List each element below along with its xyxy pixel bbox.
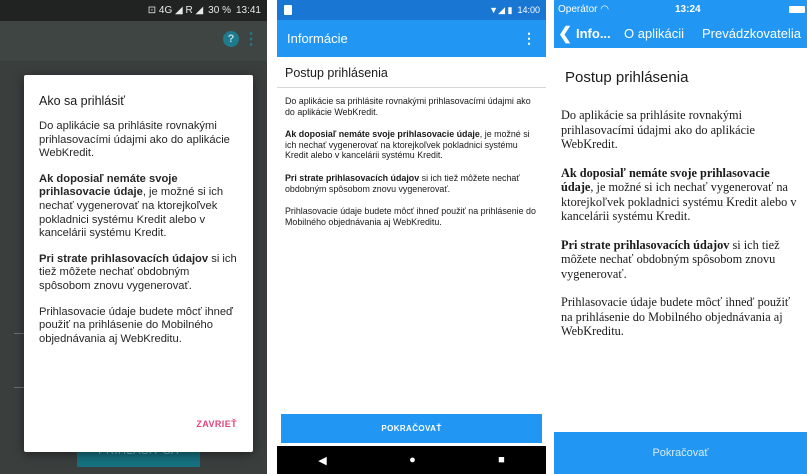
info-content: Do aplikácie sa prihlásite rovnakými pri… [554,96,807,339]
android-info-screen: ▼◢ ▮ 14:00 Informácie ⋮ Postup prihlásen… [277,0,546,474]
tab-operators[interactable]: Prevádzkovatelia [702,20,801,48]
help-icon[interactable]: ? [223,31,239,47]
home-icon[interactable]: ● [409,454,416,466]
more-options-icon[interactable]: ⋮ [243,29,259,49]
app-bar: ? ⋮ [0,21,267,61]
status-bar: ▼◢ ▮ 14:00 [277,0,546,20]
battery-level: 30 % [208,5,231,16]
continue-button[interactable]: Pokračovať [554,432,807,474]
signal-icons: ⊡ 4G ◢ R ◢ [147,5,204,16]
recents-icon[interactable]: ■ [498,454,505,466]
dialog-paragraph: Pri strate prihlasovacích údajov si ich … [39,252,237,292]
info-paragraph: Prihlasovacie údaje budete môcť ihneď po… [285,206,536,227]
status-time: 13:24 [675,4,701,15]
dialog-title: Ako sa prihlásiť [39,94,125,108]
battery-icon [789,6,805,13]
info-paragraph: Ak doposiaľ nemáte svoje prihlasovacie ú… [285,129,530,161]
info-paragraph: Pri strate prihlasovacích údajov si ich … [561,237,780,281]
more-options-icon[interactable]: ⋮ [522,20,536,57]
back-icon[interactable]: ◀ [318,454,326,467]
tab-info[interactable]: Info... [576,20,611,48]
back-chevron-icon[interactable]: ❮ [558,20,572,48]
status-bar: Operátor ◠ 13:24 [554,0,807,20]
info-content: Do aplikácie sa prihlásite rovnakými pri… [277,88,546,227]
status-time: 13:41 [235,5,261,16]
dialog-paragraph: Prihlasovacie údaje budete môcť ihneď po… [39,305,233,345]
info-paragraph: Pri strate prihlasovacích údajov si ich … [285,172,520,194]
wifi-icon: ◠ [600,4,609,15]
signal-icon: ▼◢ ▮ [489,4,513,15]
continue-button[interactable]: POKRAČOVAŤ [281,414,542,443]
system-nav-bar: ◀ ● ■ [277,446,546,474]
info-paragraph: Prihlasovacie údaje budete môcť ihneď po… [561,295,791,338]
dialog-paragraph: Ak doposiaľ nemáte svoje prihlasovacie ú… [39,172,224,240]
status-bar: ⊡ 4G ◢ R ◢ 30 % 13:41 [0,0,267,21]
info-paragraph: Ak doposiaľ nemáte svoje prihlasovacie ú… [561,165,797,224]
ios-info-screen: Operátor ◠ 13:24 ❮ Info... O aplikácii P… [554,0,807,474]
section-header: Postup prihlásenia [565,69,689,86]
android-dialog-screen: ⊡ 4G ◢ R ◢ 30 % 13:41 ? ⋮ PRIHLÁSIŤ SA A… [0,0,267,474]
section-header: Postup prihlásenia [277,57,546,88]
app-bar-title: Informácie [287,31,348,46]
close-dialog-button[interactable]: ZAVRIEŤ [196,419,237,429]
tab-about[interactable]: O aplikácii [624,20,684,48]
nav-bar: ❮ Info... O aplikácii Prevádzkovatelia [554,20,807,48]
carrier-label: Operátor ◠ [558,4,609,15]
status-time: 14:00 [517,5,540,15]
info-paragraph: Do aplikácie sa prihlásite rovnakými pri… [561,108,755,151]
dialog-paragraph: Do aplikácie sa prihlásite rovnakými pri… [39,120,230,160]
notification-icon [284,5,292,15]
app-bar: Informácie ⋮ [277,20,546,57]
info-paragraph: Do aplikácie sa prihlásite rovnakými pri… [285,96,531,117]
login-help-dialog: Ako sa prihlásiť Do aplikácie sa prihlás… [24,75,253,452]
